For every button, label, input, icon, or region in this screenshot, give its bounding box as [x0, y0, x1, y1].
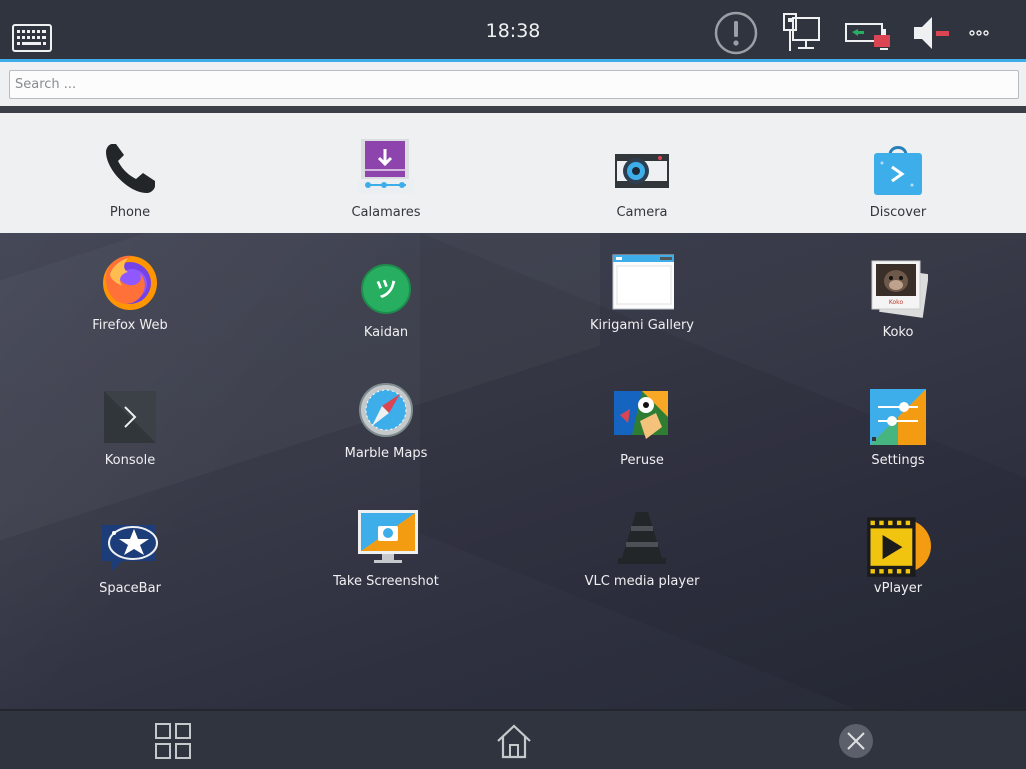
phone-icon — [106, 144, 155, 193]
app-label: Marble Maps — [344, 446, 428, 461]
app-peruse[interactable]: Peruse — [514, 361, 770, 489]
app-settings[interactable]: Settings — [770, 361, 1026, 489]
app-label: Koko — [882, 325, 914, 340]
app-label: Peruse — [620, 453, 664, 468]
discover-store-icon — [874, 146, 922, 195]
vlc-cone-icon — [618, 512, 666, 564]
close-icon[interactable] — [836, 721, 876, 761]
home-icon[interactable] — [494, 721, 534, 761]
peruse-comic-icon — [614, 391, 668, 439]
separator — [0, 106, 1026, 113]
app-label: vPlayer — [873, 581, 923, 596]
firefox-icon — [103, 255, 157, 310]
app-label: Take Screenshot — [333, 574, 439, 589]
favorite-label: Phone — [109, 205, 151, 220]
app-label: Firefox Web — [92, 318, 168, 333]
favorite-label: Discover — [869, 205, 927, 220]
kirigami-gallery-icon — [612, 254, 674, 310]
mobile-shell-screen: 18:38 Search ... Phone Calamares Camera … — [0, 0, 1026, 769]
search-input[interactable] — [9, 70, 1019, 99]
app-spacebar[interactable]: SpaceBar — [2, 489, 258, 617]
app-label: Settings — [871, 453, 925, 468]
app-vlc[interactable]: VLC media player — [514, 489, 770, 617]
marble-compass-icon — [359, 383, 413, 437]
app-vplayer[interactable]: vPlayer — [770, 489, 1026, 617]
screenshot-icon — [358, 510, 418, 563]
terminal-icon — [104, 391, 156, 443]
app-kaidan[interactable]: ツ Kaidan — [258, 233, 514, 361]
app-koko[interactable]: Koko Koko — [770, 233, 1026, 361]
camera-icon — [615, 154, 669, 188]
app-label: Kaidan — [363, 325, 409, 340]
koko-photos-icon: Koko — [871, 260, 928, 318]
app-grid: Firefox Web ツ Kaidan Kirigami Gallery Ko… — [0, 233, 1026, 709]
app-label: Kirigami Gallery — [589, 318, 695, 333]
favorite-phone[interactable]: Phone — [2, 113, 258, 241]
settings-sliders-icon — [870, 389, 926, 445]
search-bar-container — [0, 62, 1026, 106]
battery-charging-icon[interactable] — [844, 20, 896, 56]
favorite-discover[interactable]: Discover — [770, 113, 1026, 241]
app-firefox[interactable]: Firefox Web — [2, 233, 258, 361]
app-take-screenshot[interactable]: Take Screenshot — [258, 489, 514, 617]
kaidan-chat-icon: ツ — [361, 264, 411, 314]
navigation-panel — [0, 709, 1026, 769]
top-status-panel: 18:38 — [0, 0, 1026, 62]
favorite-label: Camera — [616, 205, 668, 220]
favorite-camera[interactable]: Camera — [514, 113, 770, 241]
spacebar-messages-icon — [102, 525, 158, 571]
app-marble-maps[interactable]: Marble Maps — [258, 361, 514, 489]
network-wired-icon[interactable] — [780, 13, 822, 53]
more-options-icon[interactable] — [968, 28, 990, 38]
volume-muted-icon[interactable] — [912, 14, 952, 52]
favorites-strip: Phone Calamares Camera Discover — [0, 113, 1026, 233]
app-label: SpaceBar — [99, 581, 161, 596]
notification-alert-icon[interactable] — [714, 11, 758, 55]
svg-text:ツ: ツ — [375, 278, 397, 303]
vplayer-film-icon — [867, 517, 931, 577]
svg-text:Koko: Koko — [889, 299, 904, 306]
app-label: Konsole — [104, 453, 156, 468]
app-konsole[interactable]: Konsole — [2, 361, 258, 489]
favorite-label: Calamares — [351, 205, 421, 220]
app-kirigami-gallery[interactable]: Kirigami Gallery — [514, 233, 770, 361]
calamares-installer-icon — [358, 139, 414, 193]
favorite-calamares[interactable]: Calamares — [258, 113, 514, 241]
app-grid-icon[interactable] — [153, 721, 193, 761]
app-label: VLC media player — [584, 574, 700, 589]
virtual-keyboard-icon[interactable] — [12, 24, 52, 52]
